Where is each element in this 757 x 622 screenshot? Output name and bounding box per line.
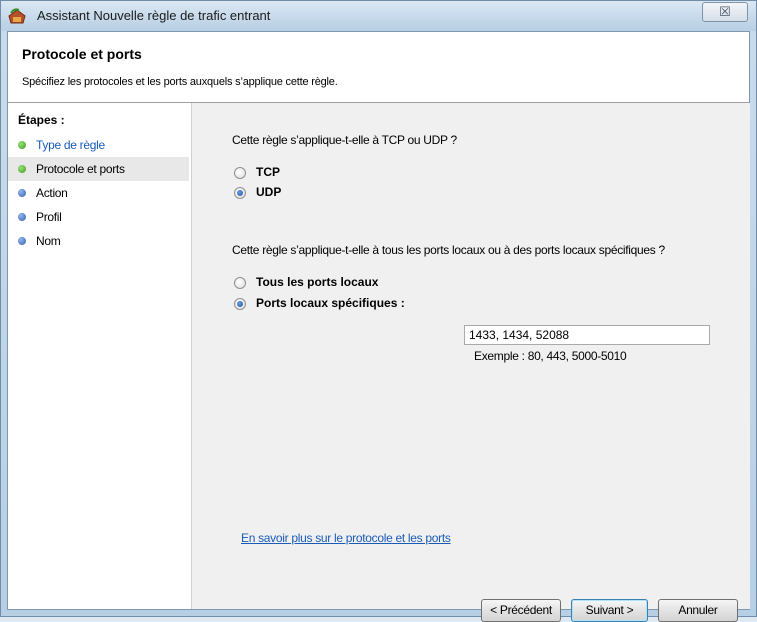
- step-protocole-et-ports[interactable]: Protocole et ports: [8, 157, 189, 181]
- specific-ports-label: Ports locaux spécifiques :: [256, 296, 405, 310]
- step-profil: Profil: [8, 205, 189, 229]
- protocol-question: Cette règle s’applique-t-elle à TCP ou U…: [232, 133, 457, 147]
- ports-example: Exemple : 80, 443, 5000-5010: [474, 349, 627, 363]
- udp-radio[interactable]: [234, 187, 246, 199]
- title-bar[interactable]: Assistant Nouvelle règle de trafic entra…: [1, 1, 756, 31]
- step-pending-icon: [18, 213, 26, 221]
- step-type-de-regle[interactable]: Type de règle: [8, 133, 189, 157]
- steps-title: Étapes :: [18, 113, 65, 127]
- help-link[interactable]: En savoir plus sur le protocole et les p…: [241, 531, 451, 545]
- close-button[interactable]: ☒: [702, 2, 748, 22]
- wizard-header: Protocole et ports Spécifiez les protoco…: [8, 32, 749, 103]
- udp-label: UDP: [256, 185, 282, 199]
- page-description: Spécifiez les protocoles et les ports au…: [22, 76, 338, 88]
- steps-panel: Étapes : Type de règle Protocole et port…: [8, 103, 189, 609]
- tcp-radio[interactable]: [234, 167, 246, 179]
- back-button[interactable]: < Précédent: [481, 599, 561, 622]
- window-title: Assistant Nouvelle règle de trafic entra…: [37, 8, 271, 23]
- specific-ports-radio[interactable]: [234, 298, 246, 310]
- step-current-icon: [18, 165, 26, 173]
- step-label: Protocole et ports: [36, 162, 125, 176]
- all-ports-label: Tous les ports locaux: [256, 275, 379, 289]
- step-label: Type de règle: [36, 138, 105, 152]
- firewall-icon: [7, 7, 27, 25]
- tcp-label: TCP: [256, 165, 280, 179]
- all-ports-radio[interactable]: [234, 277, 246, 289]
- step-pending-icon: [18, 237, 26, 245]
- step-label: Nom: [36, 234, 61, 248]
- step-nom: Nom: [8, 229, 189, 253]
- step-action: Action: [8, 181, 189, 205]
- step-pending-icon: [18, 189, 26, 197]
- ports-question: Cette règle s’applique-t-elle à tous les…: [232, 243, 665, 257]
- specific-ports-input[interactable]: [464, 325, 710, 345]
- page-title: Protocole et ports: [22, 46, 142, 62]
- step-label: Action: [36, 186, 68, 200]
- main-panel: Cette règle s’applique-t-elle à TCP ou U…: [191, 103, 750, 622]
- next-button[interactable]: Suivant >: [571, 599, 648, 622]
- close-icon: ☒: [719, 4, 731, 19]
- client-area: Protocole et ports Spécifiez les protoco…: [7, 31, 750, 622]
- step-done-icon: [18, 141, 26, 149]
- cancel-button[interactable]: Annuler: [658, 599, 738, 622]
- wizard-window: Assistant Nouvelle règle de trafic entra…: [0, 0, 757, 622]
- step-label: Profil: [36, 210, 62, 224]
